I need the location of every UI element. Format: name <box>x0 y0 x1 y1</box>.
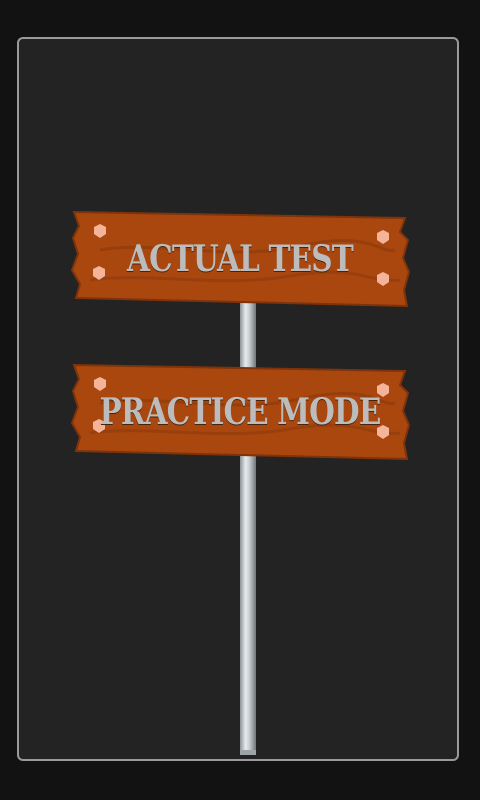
actual-test-button[interactable]: ACTUAL TEST <box>70 210 410 308</box>
actual-test-label: ACTUAL TEST <box>127 238 354 280</box>
practice-mode-label: PRACTICE MODE <box>99 391 381 433</box>
practice-mode-button[interactable]: PRACTICE MODE <box>70 363 410 461</box>
